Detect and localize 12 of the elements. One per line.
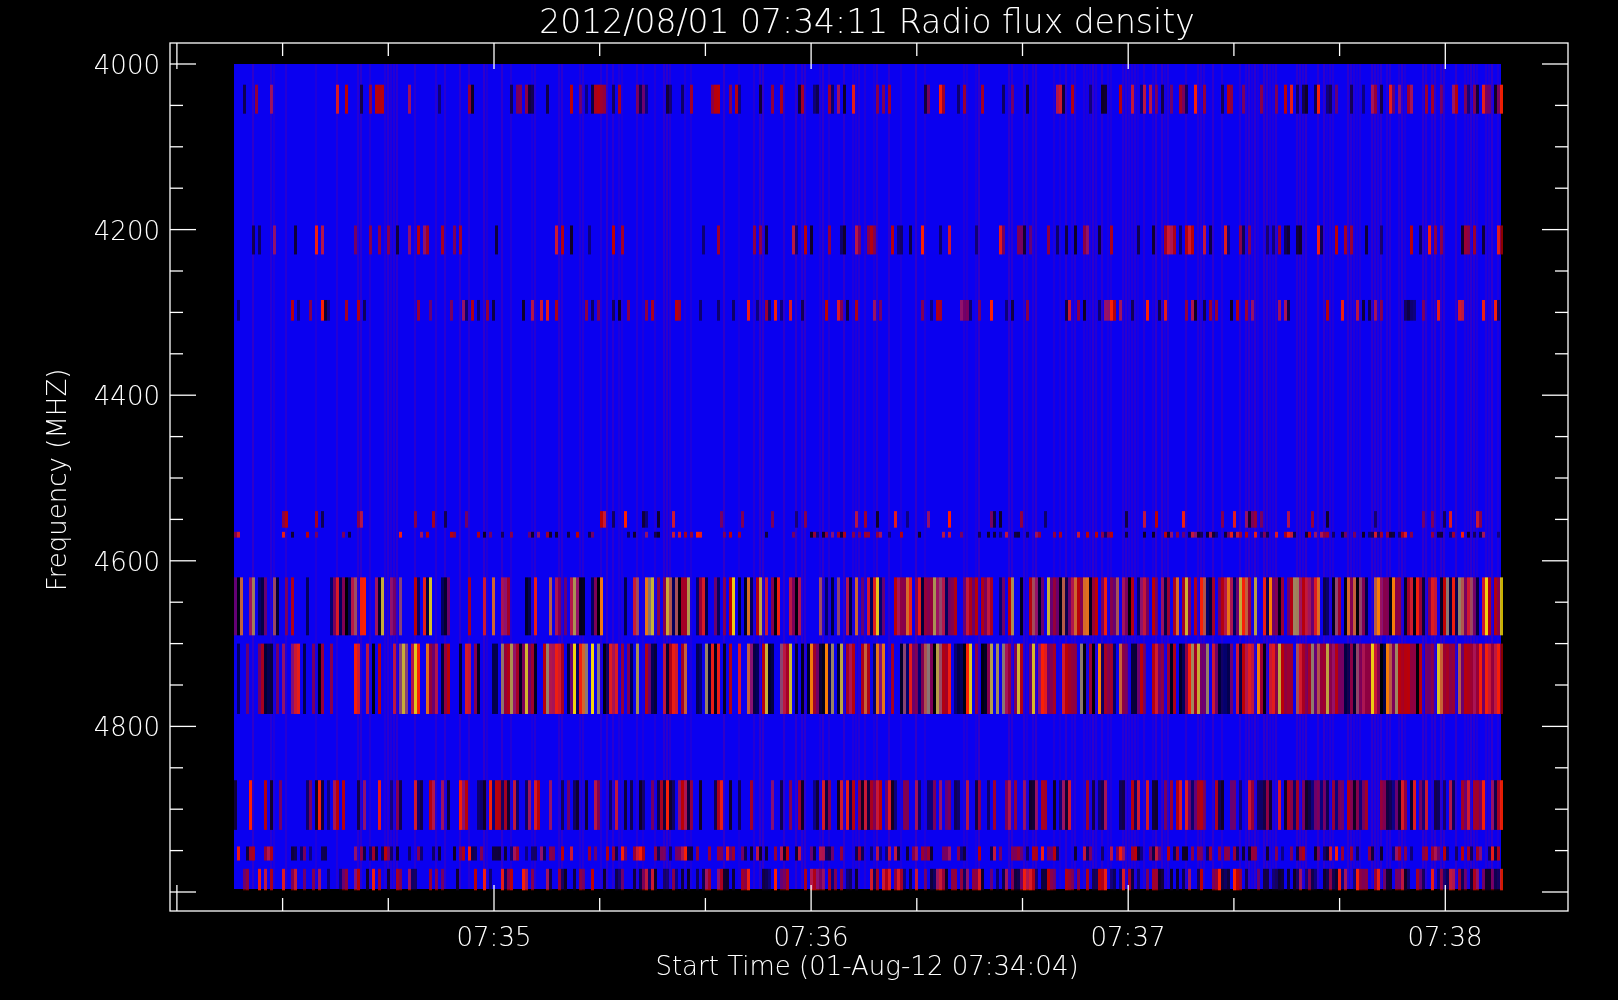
x-tick-label: 07:36: [773, 922, 849, 952]
chart-title: 2012/08/01 07:34:11 Radio flux density: [539, 2, 1195, 41]
y-tick-label: 4000: [93, 50, 160, 80]
x-tick-label: 07:35: [456, 922, 532, 952]
y-tick-label: 4200: [93, 215, 160, 246]
x-tick-label: 07:38: [1407, 922, 1483, 952]
y-axis-label: Frequency (MHZ): [42, 368, 72, 592]
y-tick-label: 4600: [93, 546, 160, 577]
y-tick-label: 4800: [93, 712, 160, 743]
y-tick-label: 4400: [93, 381, 160, 412]
x-tick-label: 07:37: [1090, 922, 1166, 952]
x-axis-label: Start Time (01-Aug-12 07:34:04): [655, 951, 1079, 981]
